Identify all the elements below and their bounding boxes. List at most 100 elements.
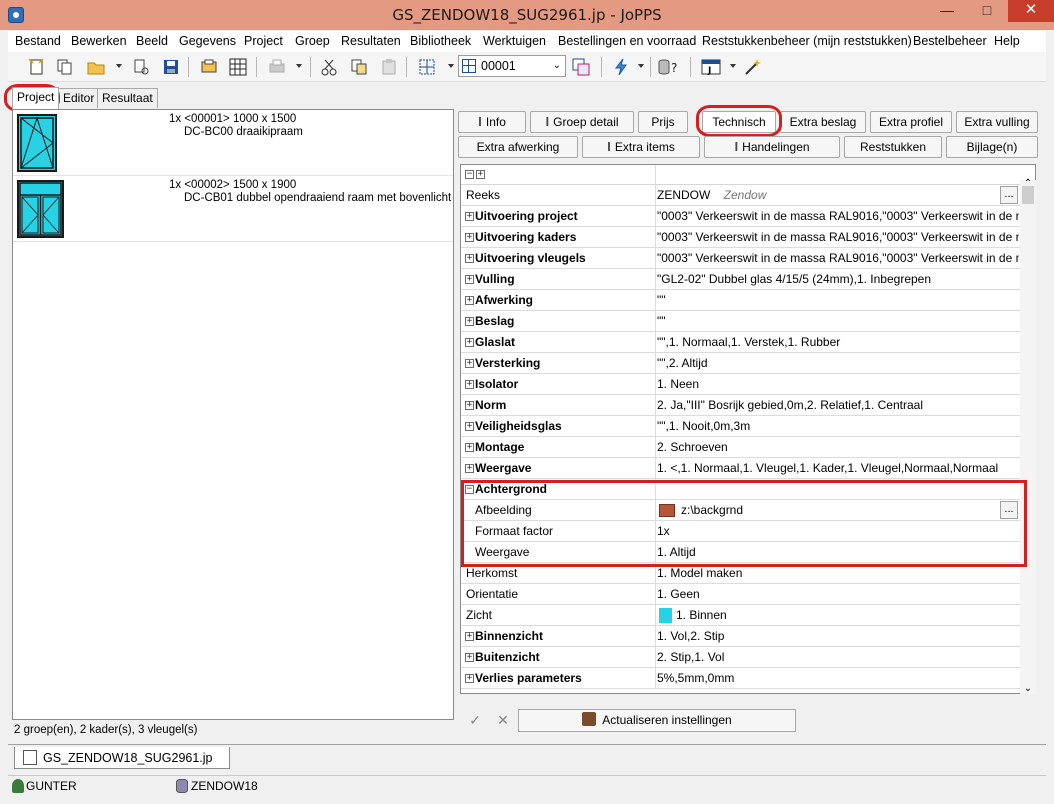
list-item[interactable]: 1x <00001> 1000 x 1500 DC-BC00 draaikipr…	[13, 110, 453, 176]
menu-bewerken[interactable]: Bewerken	[71, 34, 127, 48]
tab-groep-detail[interactable]: 𝐈 Groep detail	[530, 111, 634, 133]
menu-gegevens[interactable]: Gegevens	[179, 34, 236, 48]
expand-icon[interactable]: +	[465, 317, 474, 326]
print-dropdown-icon[interactable]	[296, 64, 302, 68]
property-row-norm[interactable]: + Norm 2. Ja,"III" Bosrijk gebied,0m,2. …	[461, 395, 1020, 416]
project-view-icon[interactable]	[570, 56, 592, 78]
expand-all-icon[interactable]: +	[476, 170, 485, 179]
menu-groep[interactable]: Groep	[295, 34, 330, 48]
tab-extra-beslag[interactable]: Extra beslag	[780, 111, 866, 133]
property-row-uitvoering-vleugels[interactable]: + Uitvoering vleugels "0003" Verkeerswit…	[461, 248, 1020, 269]
menu-bestand[interactable]: Bestand	[15, 34, 61, 48]
save-icon[interactable]	[160, 56, 182, 78]
document-tab[interactable]: GS_ZENDOW18_SUG2961.jp	[14, 747, 230, 769]
cut-icon[interactable]	[318, 56, 340, 78]
tab-info[interactable]: 𝐈 Info	[458, 111, 526, 133]
collapse-all-icon[interactable]: −	[465, 170, 474, 179]
tab-extra-items[interactable]: 𝐈 Extra items	[582, 136, 700, 158]
menu-bestellingen[interactable]: Bestellingen en voorraad	[558, 34, 696, 48]
property-row-weergave[interactable]: + Weergave 1. <,1. Normaal,1. Vleugel,1.…	[461, 458, 1020, 479]
selection-dropdown-icon[interactable]	[448, 64, 454, 68]
open-folder-icon[interactable]	[86, 56, 108, 78]
expand-icon[interactable]: +	[465, 422, 474, 431]
menu-help[interactable]: Help	[994, 34, 1020, 48]
expand-icon[interactable]: +	[465, 380, 474, 389]
expand-icon[interactable]: +	[465, 275, 474, 284]
property-row-veiligheidsglas[interactable]: + Veiligheidsglas "",1. Nooit,0m,3m	[461, 416, 1020, 437]
property-row-beslag[interactable]: + Beslag ""	[461, 311, 1020, 332]
open-dropdown-icon[interactable]	[116, 64, 122, 68]
property-row-uitvoering-kaders[interactable]: + Uitvoering kaders "0003" Verkeerswit i…	[461, 227, 1020, 248]
close-button[interactable]: ✕	[1008, 0, 1054, 22]
calendar-dropdown-icon[interactable]	[730, 64, 736, 68]
print-preview-icon[interactable]	[198, 56, 220, 78]
lightning-dropdown-icon[interactable]	[638, 64, 644, 68]
tab-bijlagen[interactable]: Bijlage(n)	[946, 136, 1038, 158]
tab-project[interactable]: Project	[12, 87, 60, 109]
expand-icon[interactable]: +	[465, 233, 474, 242]
copy-icon[interactable]	[54, 56, 76, 78]
lightning-icon[interactable]	[610, 56, 632, 78]
property-row-verlies-parameters[interactable]: + Verlies parameters 5%,5mm,0mm	[461, 668, 1020, 689]
magic-wand-icon[interactable]	[742, 56, 764, 78]
tab-prijs[interactable]: Prijs	[638, 111, 688, 133]
actualiseren-button[interactable]: Actualiseren instellingen	[518, 709, 796, 732]
tab-extra-afwerking[interactable]: Extra afwerking	[458, 136, 578, 158]
property-row-montage[interactable]: + Montage 2. Schroeven	[461, 437, 1020, 458]
expand-icon[interactable]: +	[465, 254, 474, 263]
menu-bibliotheek[interactable]: Bibliotheek	[410, 34, 471, 48]
selection-grid-icon[interactable]	[416, 56, 438, 78]
expand-icon[interactable]: +	[465, 401, 474, 410]
menu-resultaten[interactable]: Resultaten	[341, 34, 401, 48]
expand-icon[interactable]: +	[465, 464, 474, 473]
copy-clipboard-icon[interactable]	[348, 56, 370, 78]
expand-icon[interactable]: +	[465, 443, 474, 452]
list-item[interactable]: 1x <00002> 1500 x 1900 DC-CB01 dubbel op…	[13, 176, 453, 242]
new-icon[interactable]	[26, 56, 48, 78]
maximize-button[interactable]: □	[970, 0, 1004, 22]
calendar-icon[interactable]: J	[700, 56, 722, 78]
property-row-isolator[interactable]: + Isolator 1. Neen	[461, 374, 1020, 395]
tab-extra-vulling[interactable]: Extra vulling	[956, 111, 1038, 133]
expand-icon[interactable]: +	[465, 653, 474, 662]
expand-icon[interactable]: +	[465, 338, 474, 347]
tab-extra-profiel[interactable]: Extra profiel	[870, 111, 952, 133]
property-row-afwerking[interactable]: + Afwerking ""	[461, 290, 1020, 311]
expand-icon[interactable]: +	[465, 674, 474, 683]
property-row-orientatie[interactable]: Orientatie 1. Geen	[461, 584, 1020, 605]
menu-werktuigen[interactable]: Werktuigen	[483, 34, 546, 48]
property-row-uitvoering-project[interactable]: + Uitvoering project "0003" Verkeerswit …	[461, 206, 1020, 227]
cancel-x-icon[interactable]: ✕	[492, 710, 514, 732]
expand-icon[interactable]: +	[465, 632, 474, 641]
property-row-vulling[interactable]: + Vulling "GL2-02" Dubbel glas 4/15/5 (2…	[461, 269, 1020, 290]
tab-reststukken[interactable]: Reststukken	[844, 136, 942, 158]
expand-icon[interactable]: +	[465, 359, 474, 368]
expand-icon[interactable]: +	[465, 296, 474, 305]
print-icon[interactable]	[266, 56, 288, 78]
reeks-browse-button[interactable]: ...	[1000, 186, 1018, 204]
scroll-thumb[interactable]	[1022, 186, 1034, 204]
minimize-button[interactable]: —	[930, 0, 964, 22]
tab-resultaat[interactable]: Resultaat	[97, 88, 158, 108]
checkmark-icon[interactable]: ✓	[464, 710, 486, 732]
property-row-buitenzicht[interactable]: + Buitenzicht 2. Stip,1. Vol	[461, 647, 1020, 668]
property-row-reeks[interactable]: Reeks ZENDOW Zendow ...	[461, 185, 1020, 206]
paste-icon[interactable]	[378, 56, 400, 78]
tab-editor[interactable]: Editor	[58, 88, 100, 108]
property-row-binnenzicht[interactable]: + Binnenzicht 1. Vol,2. Stip	[461, 626, 1020, 647]
property-row-versterking[interactable]: + Versterking "",2. Altijd	[461, 353, 1020, 374]
menu-beeld[interactable]: Beeld	[136, 34, 168, 48]
grid-scrollbar[interactable]: ⌃ ⌄	[1020, 178, 1036, 694]
scroll-down-icon[interactable]: ⌄	[1020, 683, 1036, 694]
menu-reststukkenbeheer[interactable]: Reststukkenbeheer (mijn reststukken)	[702, 34, 912, 48]
export-icon[interactable]	[130, 56, 152, 78]
position-combo[interactable]: 00001 ⌄	[458, 55, 566, 77]
expand-icon[interactable]: +	[465, 212, 474, 221]
database-help-icon[interactable]: ?	[658, 56, 680, 78]
menu-project[interactable]: Project	[244, 34, 283, 48]
menu-bestelbeheer[interactable]: Bestelbeheer	[913, 34, 987, 48]
tab-handelingen[interactable]: 𝐈 Handelingen	[704, 136, 840, 158]
table-icon[interactable]	[227, 56, 249, 78]
property-row-zicht[interactable]: Zicht 1. Binnen	[461, 605, 1020, 626]
property-row-glaslat[interactable]: + Glaslat "",1. Normaal,1. Verstek,1. Ru…	[461, 332, 1020, 353]
